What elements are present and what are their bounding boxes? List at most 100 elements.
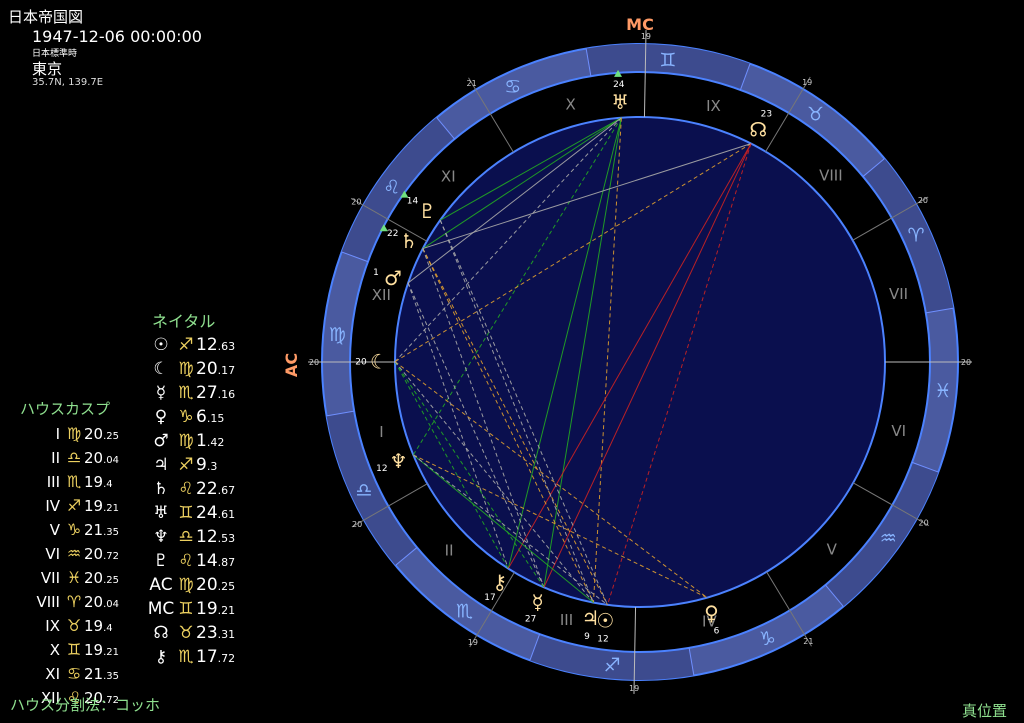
planet-glyph: ☿ [155,383,167,403]
minute: .42 [206,436,225,449]
cusp-row: VI ♒ 20.72 [20,542,119,566]
planet-row: ⚷ ♏ 17.72 [146,645,235,669]
chiron-glyph: ⚷ [492,570,507,594]
zodiac-sign-glyph: ♈ [908,225,925,247]
house-number: XI [45,665,60,683]
cusp-row: VIII ♈ 20.04 [20,590,119,614]
sign-glyph: ♋ [66,664,82,683]
saturn-glyph: ♄ [400,229,418,253]
degree: 19 [84,641,104,659]
minute: .4 [103,623,113,634]
sign-glyph: ♍ [178,359,194,379]
zodiac-sign-glyph: ♌ [383,177,400,199]
minute: .21 [103,503,119,514]
degree: 19 [84,473,104,491]
minute: .21 [103,647,119,658]
zodiac-sign-glyph: ♑ [759,628,776,650]
degree: 20 [196,575,218,595]
mars-degree: 1 [373,268,379,278]
sign-glyph: ♎ [66,448,82,467]
planet-glyph: ♇ [153,551,169,571]
sign-glyph: ♐ [178,335,194,355]
zodiac-sign-glyph: ♏ [456,600,473,622]
planet-row: ♇ ♌ 14.87 [146,549,235,573]
planet-row: ☿ ♏ 27.16 [146,381,235,405]
degree: 20 [84,593,104,611]
degree: 19 [84,617,104,635]
sign-glyph: ♌ [178,551,194,571]
degree: 23 [196,623,218,643]
neptune-glyph: ♆ [390,449,408,473]
house-system-label: ハウス分割法：コッホ [10,696,161,714]
natal-heading: ネイタル [152,312,216,331]
mercury-glyph: ☿ [532,590,544,614]
sign-glyph: ♎ [178,527,194,547]
minute: .35 [103,671,119,682]
cusp-degree-label: 21 [467,79,477,88]
planet-glyph: ♃ [153,455,169,475]
planet-row: ♅ ♊ 24.61 [146,501,235,525]
cusp-row: XI ♋ 21.35 [20,662,119,686]
degree: 14 [196,551,218,571]
cusp-row: X ♊ 19.21 [20,638,119,662]
cusp-degree-label: 20 [309,358,319,367]
planet-glyph: MC [147,599,175,619]
cusp-row: I ♍ 20.25 [20,422,119,446]
degree: 20 [84,425,104,443]
minute: .16 [217,388,236,401]
cusp-row: II ♎ 20.04 [20,446,119,470]
planet-glyph: ☊ [153,623,169,643]
sign-glyph: ♑ [178,407,194,427]
planet-row: ♂ ♍ 1.42 [146,429,224,453]
degree: 17 [196,647,218,667]
planet-glyph: ♂ [153,431,169,451]
sign-glyph: ♌ [178,479,194,499]
cusp-row: VII ♓ 20.25 [20,566,119,590]
uranus-degree: 24 [613,80,625,90]
zodiac-sign-glyph: ♊ [659,49,676,71]
cusp-degree-label: 19 [629,684,639,693]
zodiac-sign-glyph: ♓ [934,380,951,402]
cusp-degree-label: 20 [961,358,971,367]
house-number: I [55,425,60,443]
degree: 20 [84,545,104,563]
house-number: IX [45,617,60,635]
ascendant-label: AC [282,353,301,377]
mercury-degree: 27 [525,615,536,625]
house-cusp-heading: ハウスカスプ [20,400,111,418]
chiron-degree: 17 [484,593,495,603]
sign-glyph: ♊ [66,640,82,659]
planet-glyph: ☾ [153,359,169,379]
wheel-rings [321,43,959,681]
planet-glyph: ♀ [154,407,168,427]
planet-row: ♃ ♐ 9.3 [146,453,217,477]
house-numeral: II [445,541,454,559]
sign-glyph: ♐ [66,496,82,515]
planet-glyph: ⚷ [154,647,168,667]
house-numeral: III [560,611,573,629]
saturn-degree: 22 [387,229,398,239]
planet-row: ♆ ♎ 12.53 [146,525,235,549]
sign-glyph: ♒ [66,544,82,563]
degree: 20 [196,359,218,379]
house-number: VI [45,545,60,563]
degree: 12 [196,527,218,547]
jupiter-degree: 9 [584,632,590,642]
sign-glyph: ♍ [178,575,194,595]
place-name: 東京 [32,60,63,78]
minute: .67 [217,484,236,497]
planet-row: ☾ ♍ 20.17 [146,357,235,381]
minute: .3 [206,460,218,473]
cusp-degree-label: 20 [919,519,929,528]
degree: 21 [84,665,104,683]
planet-row: AC ♍ 20.25 [146,573,235,597]
sign-glyph: ♊ [178,503,194,523]
planet-row: ☉ ♐ 12.63 [146,333,235,357]
planet-glyph: ♄ [153,479,169,499]
house-numeral: IX [706,97,721,115]
house-numeral: X [565,96,575,114]
pluto-glyph: ♇ [418,199,436,223]
chart-title: 日本帝国図 [8,8,84,26]
minute: .31 [217,628,236,641]
degree: 24 [196,503,218,523]
